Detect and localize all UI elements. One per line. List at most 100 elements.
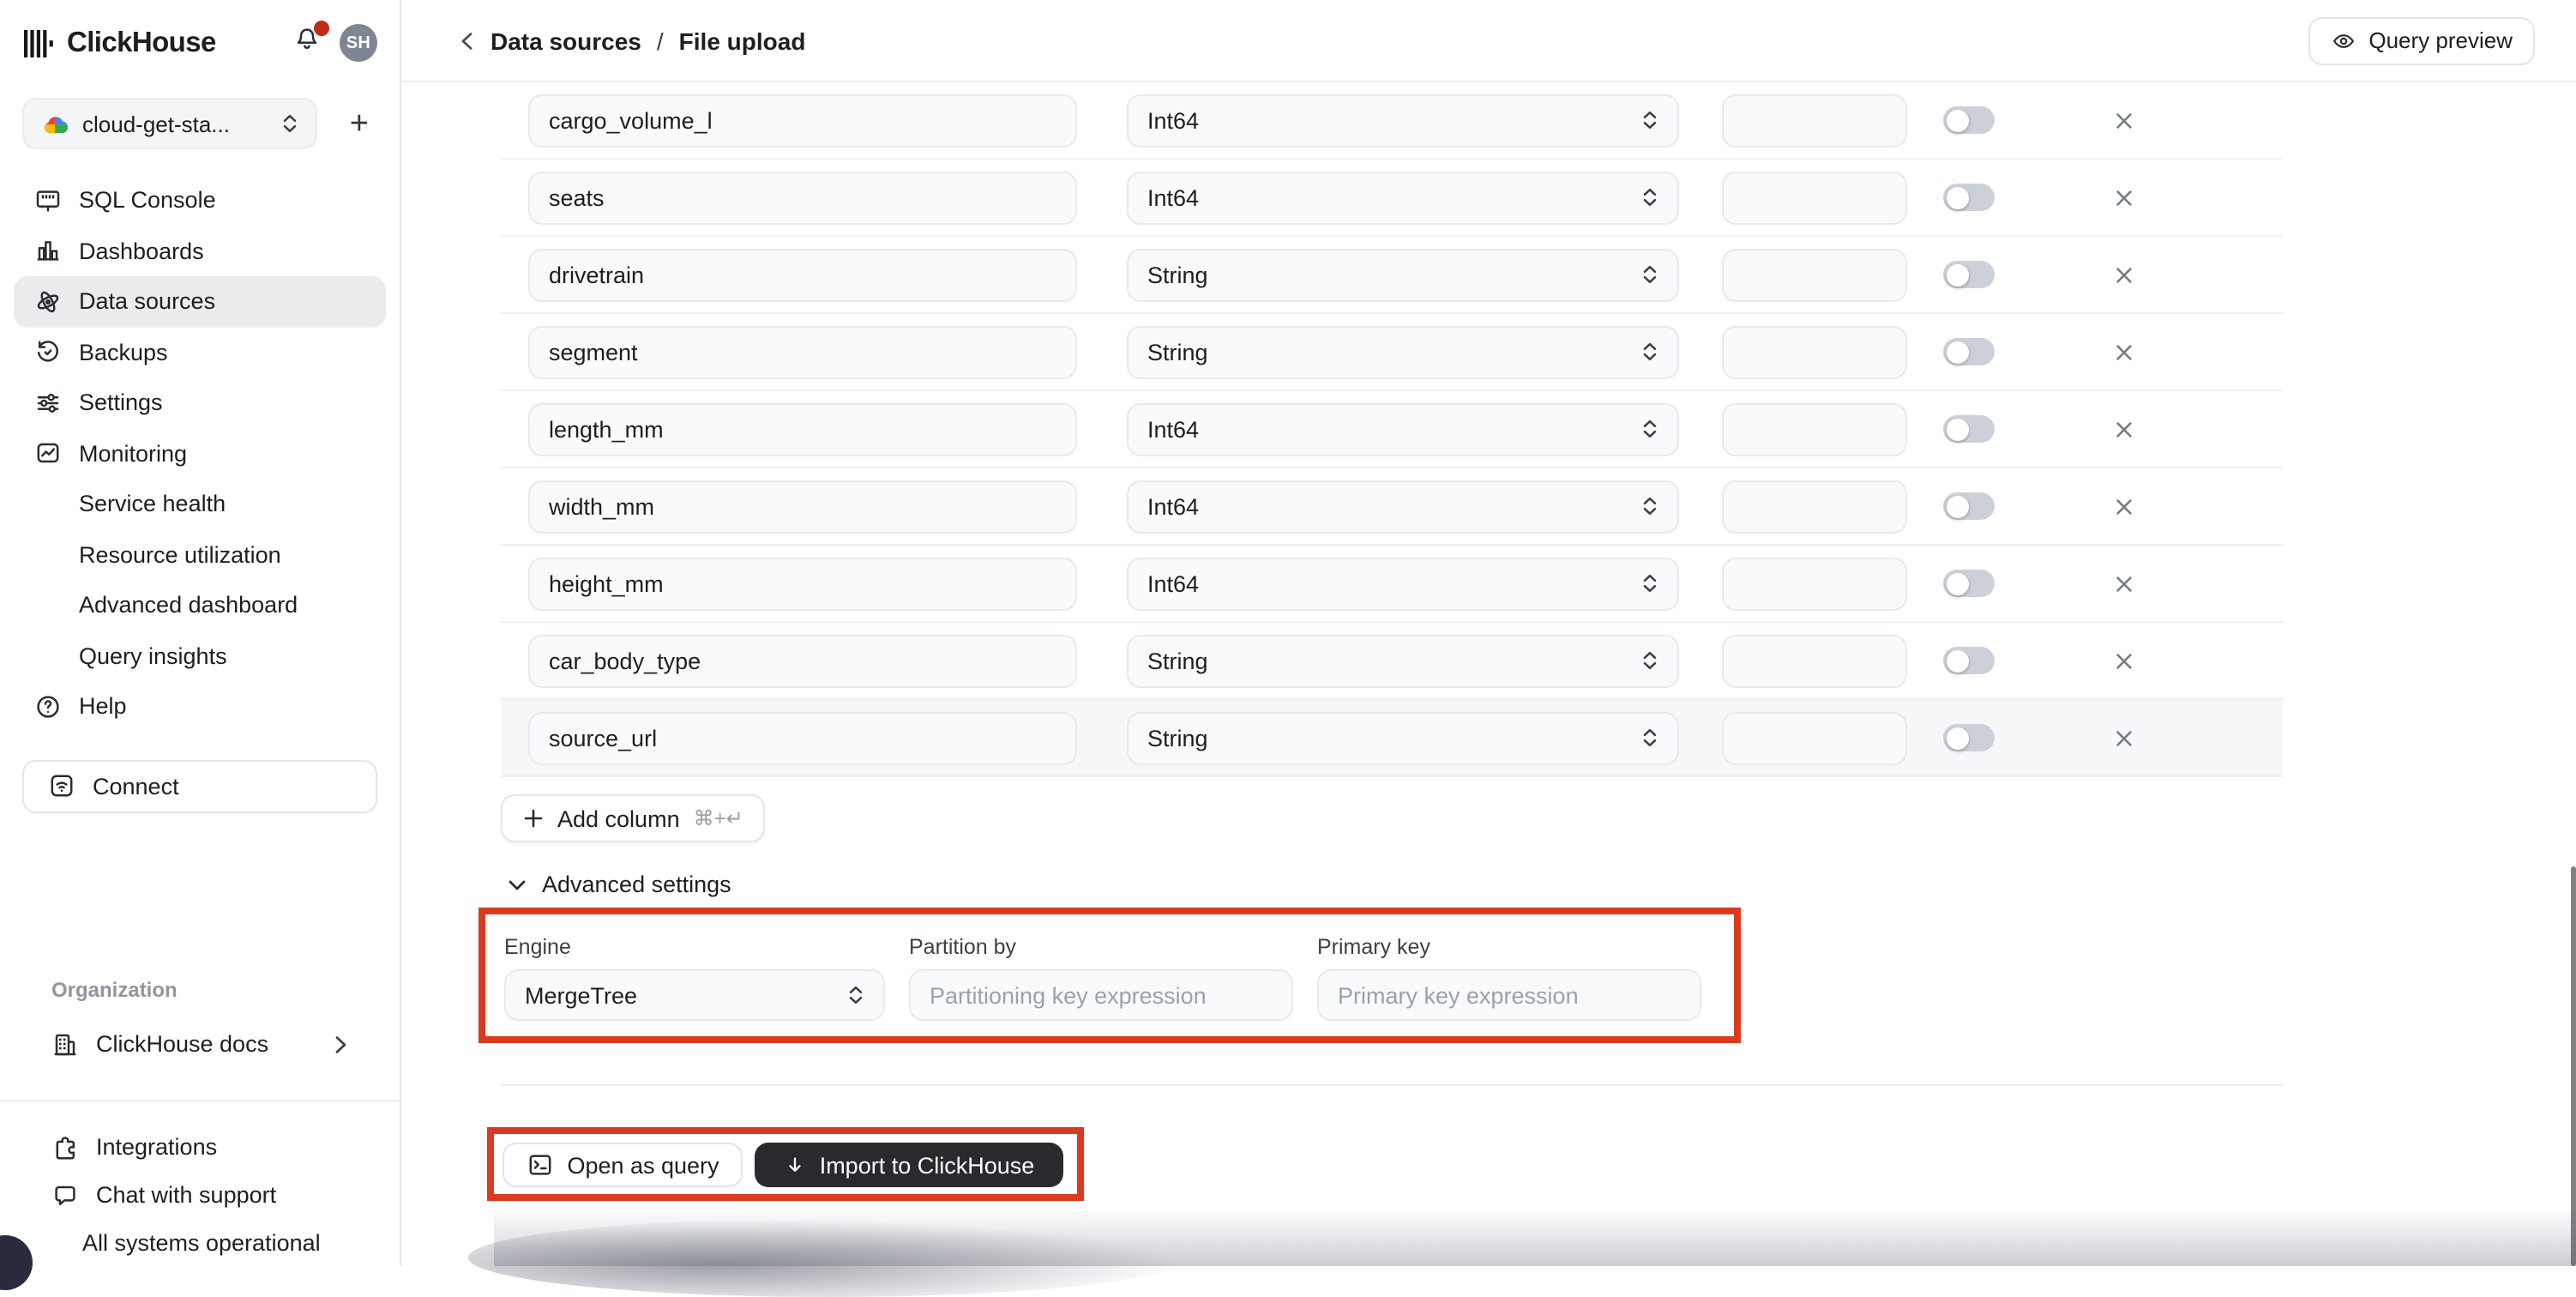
nullable-toggle[interactable] <box>1943 492 1995 520</box>
nullable-toggle[interactable] <box>1943 570 1995 597</box>
sidebar-item-query-insights[interactable]: Query insights <box>14 630 386 681</box>
column-default-input[interactable] <box>1722 402 1907 455</box>
sidebar-item-label: Dashboards <box>79 238 204 264</box>
column-name-input[interactable]: cargo_volume_l <box>528 94 1077 147</box>
notifications-button[interactable] <box>293 26 324 60</box>
column-default-input[interactable] <box>1722 634 1907 687</box>
column-name-input[interactable]: width_mm <box>528 480 1077 533</box>
sidebar-item-settings[interactable]: Settings <box>14 377 386 428</box>
avatar[interactable]: SH <box>340 24 377 62</box>
remove-column-button[interactable] <box>2106 566 2140 600</box>
remove-column-button[interactable] <box>2106 335 2140 369</box>
column-type-select[interactable]: String <box>1127 711 1679 764</box>
sidebar-footer: Integrations Chat with support All syste… <box>0 1101 400 1267</box>
column-name-input[interactable]: segment <box>528 325 1077 378</box>
sidebar-item-label: Monitoring <box>79 441 187 467</box>
column-name-input[interactable]: car_body_type <box>528 634 1077 687</box>
back-button[interactable] <box>460 30 475 51</box>
advanced-settings-toggle[interactable]: Advanced settings <box>508 872 2576 897</box>
breadcrumb-parent[interactable]: Data sources <box>491 27 641 54</box>
scroll-shadow <box>494 1208 2576 1266</box>
unfold-icon <box>847 985 864 1005</box>
unfold-icon <box>1641 573 1658 594</box>
column-default-input[interactable] <box>1722 711 1907 764</box>
sidebar-item-dashboards[interactable]: Dashboards <box>14 226 386 276</box>
service-selector[interactable]: cloud-get-sta... <box>22 98 317 149</box>
sidebar-item-help[interactable]: Help <box>14 681 386 732</box>
sidebar-item-data-sources[interactable]: Data sources <box>14 276 386 327</box>
settings-icon <box>34 389 62 417</box>
column-type-select[interactable]: Int64 <box>1127 480 1679 533</box>
nullable-toggle[interactable] <box>1943 647 1995 674</box>
gcp-cloud-icon <box>41 110 69 137</box>
nullable-toggle[interactable] <box>1943 261 1995 288</box>
sidebar-item-resource-utilization[interactable]: Resource utilization <box>14 529 386 580</box>
remove-column-button[interactable] <box>2106 103 2140 137</box>
column-default-input[interactable] <box>1722 171 1907 224</box>
unfold-icon <box>1641 650 1658 671</box>
sidebar-item-sql-console[interactable]: SQL Console <box>14 175 386 226</box>
column-name-input[interactable]: seats <box>528 171 1077 224</box>
column-default-input[interactable] <box>1722 325 1907 378</box>
nullable-toggle[interactable] <box>1943 338 1995 365</box>
partition-by-input[interactable]: Partitioning key expression <box>909 969 1293 1021</box>
sidebar-footer-item-all-systems-operational[interactable]: All systems operational <box>22 1219 377 1267</box>
column-type-select[interactable]: String <box>1127 325 1679 378</box>
column-default-input[interactable] <box>1722 248 1907 301</box>
column-type-select[interactable]: Int64 <box>1127 402 1679 455</box>
sidebar-item-clickhouse-docs[interactable]: ClickHouse docs <box>22 1018 377 1070</box>
sql-console-icon <box>34 187 62 214</box>
query-preview-button[interactable]: Query preview <box>2308 16 2535 64</box>
connect-icon <box>48 772 75 799</box>
column-default-input[interactable] <box>1722 94 1907 147</box>
column-type-select[interactable]: String <box>1127 248 1679 301</box>
clickhouse-logo-icon <box>22 28 55 57</box>
column-name-input[interactable]: length_mm <box>528 402 1077 455</box>
remove-column-button[interactable] <box>2106 489 2140 523</box>
monitoring-icon <box>34 440 62 468</box>
column-type-select[interactable]: Int64 <box>1127 557 1679 610</box>
sidebar-item-label: Backups <box>79 340 168 365</box>
import-to-clickhouse-button[interactable]: Import to ClickHouse <box>755 1143 1063 1187</box>
remove-column-button[interactable] <box>2106 180 2140 214</box>
query-preview-label: Query preview <box>2368 27 2513 53</box>
nullable-toggle[interactable] <box>1943 106 1995 134</box>
sidebar-footer-item-integrations[interactable]: Integrations <box>22 1123 377 1171</box>
column-type-select[interactable]: Int64 <box>1127 171 1679 224</box>
column-type-select[interactable]: Int64 <box>1127 94 1679 147</box>
sidebar-item-label: Settings <box>79 390 163 416</box>
sidebar-item-advanced-dashboard[interactable]: Advanced dashboard <box>14 580 386 630</box>
remove-column-button[interactable] <box>2106 257 2140 292</box>
chat-icon <box>51 1181 79 1209</box>
unfold-icon <box>1641 187 1658 208</box>
integrations-icon <box>51 1133 79 1161</box>
table-row: car_body_type String <box>501 623 2283 700</box>
primary-key-input[interactable]: Primary key expression <box>1317 969 1701 1021</box>
add-column-button[interactable]: Add column ⌘+↵ <box>501 794 766 842</box>
remove-column-button[interactable] <box>2106 412 2140 446</box>
column-default-input[interactable] <box>1722 480 1907 533</box>
sidebar-item-service-health[interactable]: Service health <box>14 479 386 529</box>
open-as-query-button[interactable]: Open as query <box>503 1143 743 1187</box>
sidebar-item-backups[interactable]: Backups <box>14 327 386 377</box>
sidebar-item-label: Resource utilization <box>79 542 281 568</box>
remove-column-button[interactable] <box>2106 643 2140 678</box>
column-type-select[interactable]: String <box>1127 634 1679 687</box>
vertical-scrollbar[interactable] <box>2571 866 2576 1266</box>
nullable-toggle[interactable] <box>1943 184 1995 211</box>
download-arrow-icon <box>784 1154 806 1176</box>
engine-value: MergeTree <box>525 982 637 1008</box>
nullable-toggle[interactable] <box>1943 724 1995 751</box>
engine-select[interactable]: MergeTree <box>504 969 885 1021</box>
column-name-input[interactable]: height_mm <box>528 557 1077 610</box>
add-service-button[interactable]: + <box>341 104 377 143</box>
sidebar: ClickHouse SH cloud-get-sta... + SQL Con… <box>0 0 401 1266</box>
nullable-toggle[interactable] <box>1943 415 1995 443</box>
sidebar-footer-item-chat-with-support[interactable]: Chat with support <box>22 1171 377 1219</box>
connect-button[interactable]: Connect <box>22 759 377 812</box>
sidebar-item-monitoring[interactable]: Monitoring <box>14 428 386 479</box>
column-name-input[interactable]: source_url <box>528 711 1077 764</box>
column-default-input[interactable] <box>1722 557 1907 610</box>
remove-column-button[interactable] <box>2106 721 2140 755</box>
column-name-input[interactable]: drivetrain <box>528 248 1077 301</box>
